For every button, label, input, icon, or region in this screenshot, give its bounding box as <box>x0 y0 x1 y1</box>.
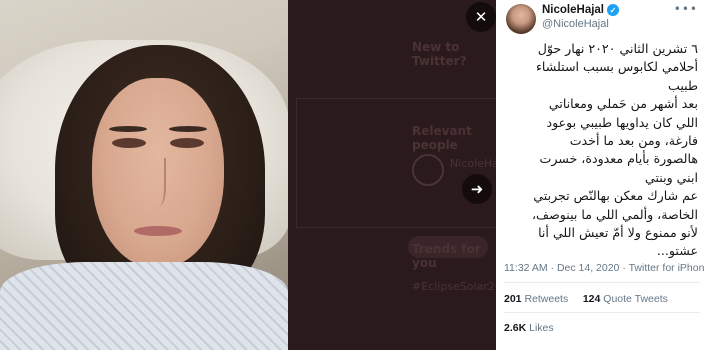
close-icon[interactable]: ✕ <box>466 2 496 32</box>
eye <box>112 138 146 148</box>
likes-label: Likes <box>529 322 554 334</box>
tweet-line: فارغة، ومن بعد ما أخدت <box>569 133 698 149</box>
relevant-avatar <box>412 154 444 186</box>
retweets-label: Retweets <box>524 293 569 305</box>
retweets-link[interactable]: 201 Retweets <box>504 293 568 305</box>
author-handle[interactable]: @NicoleHajal <box>542 18 609 30</box>
tweet-line: ابني وبنتي <box>645 169 698 185</box>
tweet-line: هالصورة بأيام معدودة، خسرت <box>539 151 698 167</box>
trends-heading: Trends for you <box>412 242 481 270</box>
brow <box>109 126 147 132</box>
author-name[interactable]: NicoleHajal <box>542 4 604 16</box>
divider <box>504 312 700 313</box>
tweet-line: لأنو ممنوع ولا أمّ تعيش اللي أنا <box>538 225 698 241</box>
hospital-gown <box>0 262 288 350</box>
relevant-people-heading: Relevant people <box>412 124 472 152</box>
tweet-line: عم شارك معكن بهالنّص تجربتي <box>533 188 698 204</box>
quotes-count: 124 <box>582 293 601 305</box>
tweet-panel: NicoleHajal ✓ @NicoleHajal ••• ٦ تشرين ا… <box>496 0 704 350</box>
eye <box>170 138 204 148</box>
verified-icon: ✓ <box>607 4 619 16</box>
tweet-time[interactable]: 11:32 AM <box>504 262 548 274</box>
face <box>92 78 224 268</box>
tweet-line: الخاصة، وألمي اللي ما بينوصف، <box>531 206 698 222</box>
likes-count: 2.6K <box>504 322 527 334</box>
tweet-text: ٦ تشرين الثاني ٢٠٢٠ نهار حوّل أحلامي لكا… <box>504 40 698 261</box>
chevron-right-icon[interactable]: ➜ <box>462 174 492 204</box>
quotes-label: Quote Tweets <box>603 293 668 305</box>
tweet-line: بعد أشهر من حَملي ومعاناتي <box>548 96 698 112</box>
divider <box>504 282 700 283</box>
tweet-meta: 11:32 AM · Dec 14, 2020 · Twitter for iP… <box>504 262 704 274</box>
tweet-line: اللي كان يداويها طبيبي بوعود <box>546 114 698 130</box>
tweet-line: ٦ تشرين الثاني ٢٠٢٠ نهار حوّل <box>537 41 698 56</box>
retweets-count: 201 <box>504 293 522 305</box>
quotes-link[interactable]: 124 Quote Tweets <box>583 293 668 305</box>
likes-link[interactable]: 2.6K Likes <box>504 322 554 334</box>
tweet-stats: 201 Retweets 124 Quote Tweets <box>504 293 668 305</box>
tweet-line: أحلامي لكابوس بسبب استلشاء <box>536 59 698 75</box>
tweet-date[interactable]: Dec 14, 2020 <box>557 262 619 274</box>
tweet-line: طبيب <box>668 77 698 93</box>
tweet-source[interactable]: Twitter for iPhone <box>629 262 704 274</box>
nose <box>150 158 166 206</box>
tweet-line: عشتو... <box>656 243 698 259</box>
more-options-icon[interactable]: ••• <box>674 2 698 16</box>
avatar[interactable] <box>506 4 536 34</box>
tweet-photo[interactable] <box>0 0 288 350</box>
mouth <box>134 226 182 236</box>
new-to-twitter-heading: New to Twitter? <box>412 40 467 68</box>
brow <box>169 126 207 132</box>
dimmed-timeline: New to Twitter? Relevant people NicoleHa… <box>288 0 516 350</box>
author-name-row[interactable]: NicoleHajal ✓ <box>542 4 619 16</box>
